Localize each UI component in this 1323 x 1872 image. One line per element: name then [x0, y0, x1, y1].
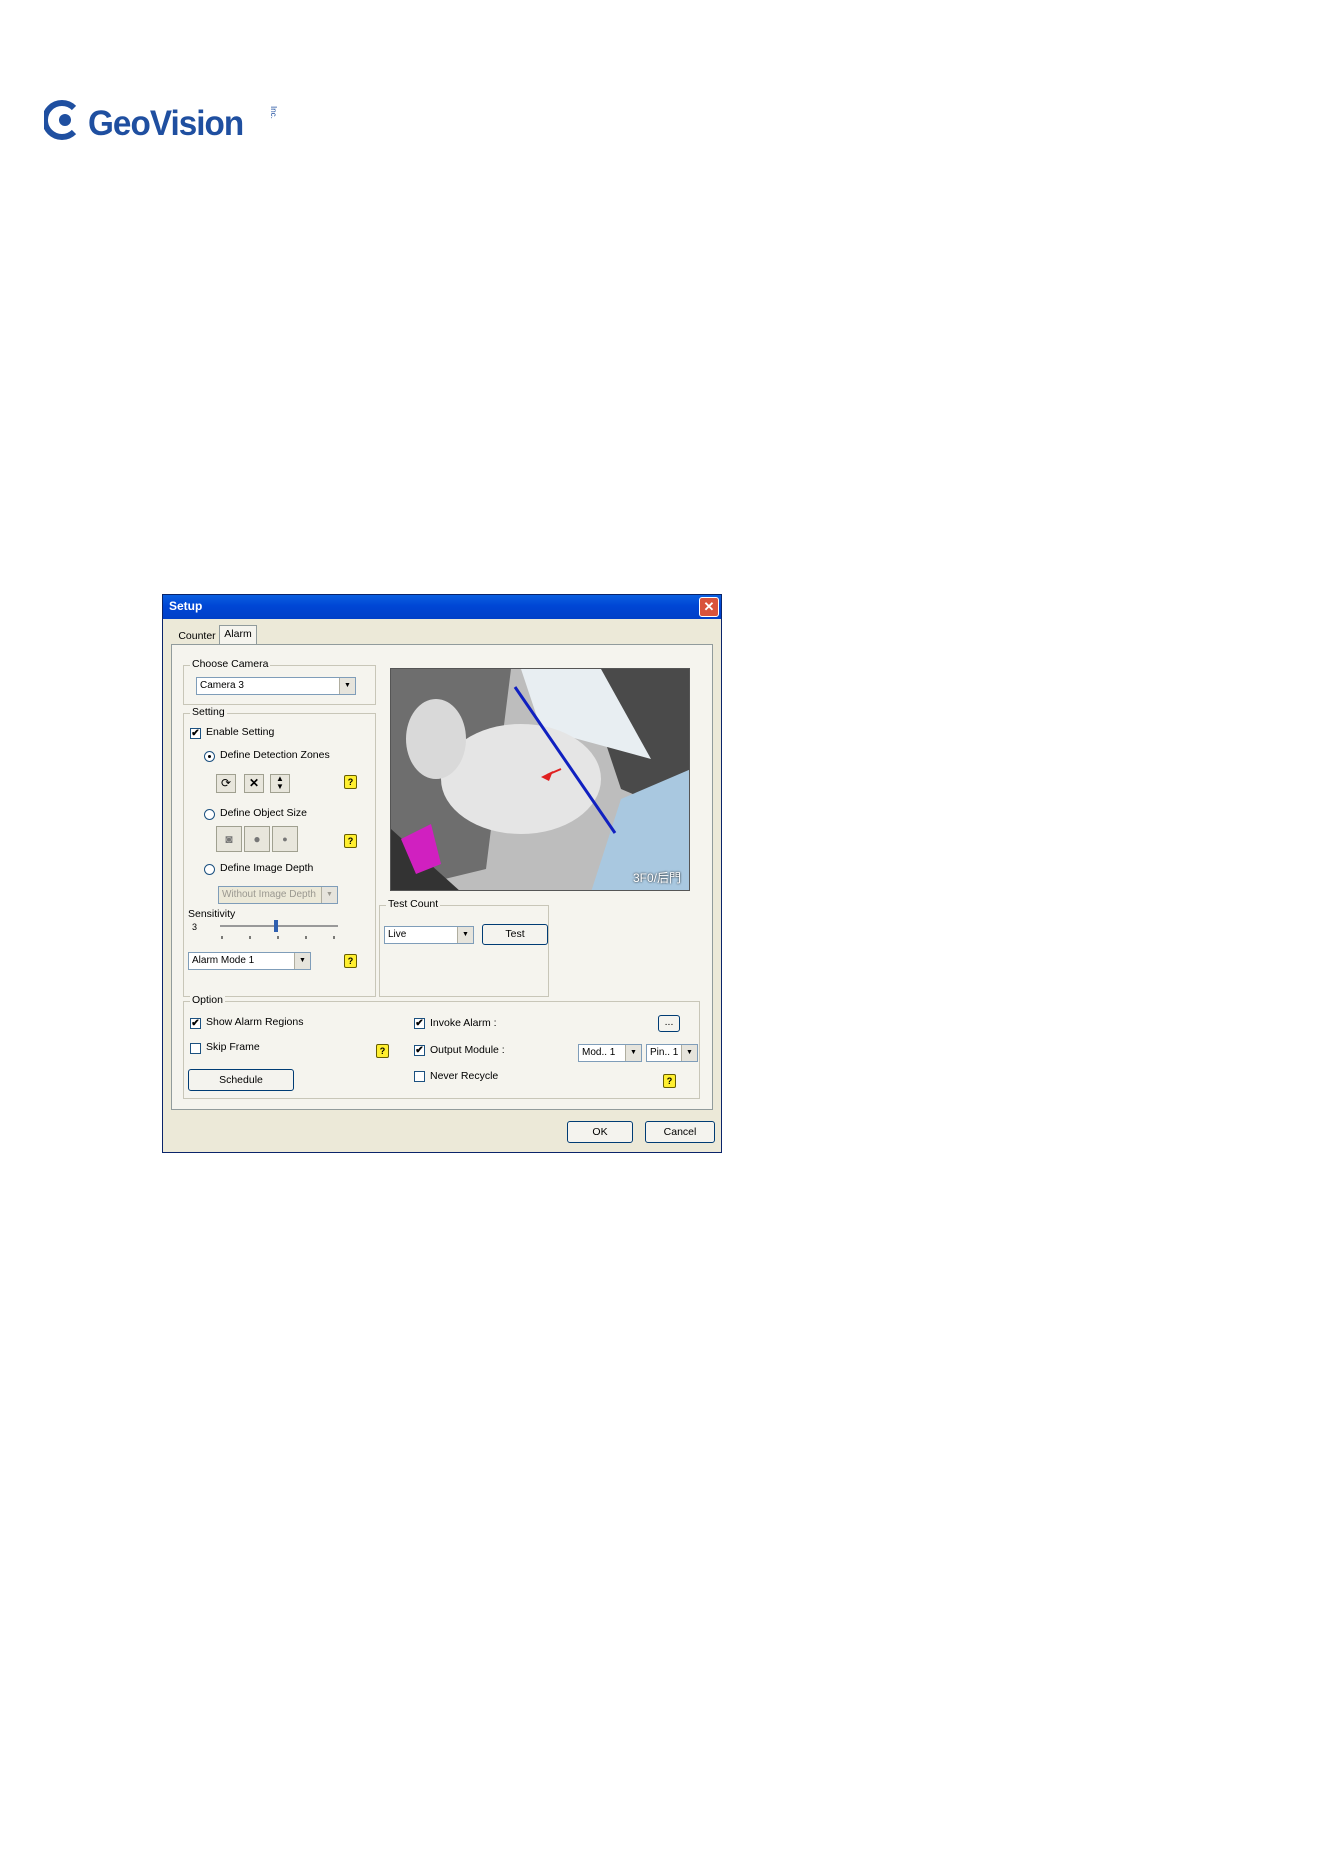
image-depth-value: Without Image Depth [222, 889, 316, 900]
camera-select-value: Camera 3 [200, 680, 244, 691]
setting-legend: Setting [190, 706, 227, 718]
sensitivity-slider[interactable] [218, 918, 342, 940]
never-recycle-label: Never Recycle [430, 1070, 499, 1082]
invoke-alarm-browse-button[interactable]: ... [658, 1015, 680, 1032]
alarm-mode-value: Alarm Mode 1 [192, 955, 255, 966]
invoke-alarm-label: Invoke Alarm : [430, 1017, 497, 1029]
chevron-down-icon: ▼ [294, 953, 310, 969]
logo-text: GeoVision [88, 104, 244, 143]
pin-select[interactable]: Pin.. 1 ▼ [646, 1044, 698, 1062]
cancel-button[interactable]: Cancel [645, 1121, 715, 1143]
never-recycle-checkbox[interactable] [414, 1071, 425, 1082]
title-bar: Setup ✕ [163, 595, 721, 619]
logo-tm: Inc. [269, 106, 278, 119]
schedule-button[interactable]: Schedule [188, 1069, 294, 1091]
refresh-icon[interactable]: ⟳ [216, 774, 236, 793]
option-legend: Option [190, 994, 225, 1006]
enable-setting-checkbox[interactable]: ✔ [190, 728, 201, 739]
chevron-down-icon: ▼ [625, 1045, 641, 1061]
camera-image [391, 669, 689, 890]
image-depth-select[interactable]: Without Image Depth ▼ [218, 886, 338, 904]
alarm-mode-select[interactable]: Alarm Mode 1 ▼ [188, 952, 311, 970]
camera-preview[interactable]: 3F0/后門 [390, 668, 690, 891]
tab-alarm[interactable]: Alarm [219, 625, 257, 645]
test-count-legend: Test Count [386, 898, 441, 910]
camera-select[interactable]: Camera 3 ▼ [196, 677, 356, 695]
skip-frame-label: Skip Frame [206, 1041, 260, 1053]
choose-camera-group: Choose Camera Camera 3 ▼ [183, 658, 376, 705]
define-image-depth-radio[interactable] [204, 864, 215, 875]
test-count-group: Test Count Live ▼ Test [379, 898, 549, 997]
pin-value: Pin.. 1 [650, 1047, 679, 1058]
enable-setting-label: Enable Setting [206, 726, 275, 738]
help-icon[interactable]: ? [376, 1044, 389, 1058]
chevron-down-icon: ▼ [681, 1045, 697, 1061]
module-value: Mod.. 1 [582, 1047, 616, 1058]
chevron-down-icon: ▼ [339, 678, 355, 694]
help-icon[interactable]: ? [663, 1074, 676, 1088]
help-icon[interactable]: ? [344, 954, 357, 968]
output-module-checkbox[interactable]: ✔ [414, 1045, 425, 1056]
test-mode-value: Live [388, 929, 407, 940]
camera-icon[interactable]: ◙ [216, 826, 242, 852]
person-small-icon[interactable]: ● [272, 826, 298, 852]
help-icon[interactable]: ? [344, 834, 357, 848]
geovision-logo: GeoVision Inc. [44, 100, 278, 148]
define-image-depth-label: Define Image Depth [220, 862, 314, 874]
option-group: Option ✔ Show Alarm Regions Skip Frame ?… [183, 994, 700, 1099]
close-icon: ✕ [703, 599, 715, 614]
test-button[interactable]: Test [482, 924, 548, 945]
tab-counter[interactable]: Counter [173, 628, 221, 645]
define-object-size-radio[interactable] [204, 809, 215, 820]
invoke-alarm-checkbox[interactable]: ✔ [414, 1018, 425, 1029]
define-detection-zones-label: Define Detection Zones [220, 749, 330, 761]
output-module-label: Output Module : [430, 1044, 505, 1056]
geovision-logo-icon [44, 100, 77, 140]
camera-timestamp: 3F0/后門 [632, 871, 681, 885]
chevron-down-icon: ▼ [321, 887, 337, 903]
show-alarm-regions-checkbox[interactable]: ✔ [190, 1018, 201, 1029]
help-icon[interactable]: ? [344, 775, 357, 789]
choose-camera-legend: Choose Camera [190, 658, 271, 670]
skip-frame-checkbox[interactable] [190, 1043, 201, 1054]
sensitivity-value: 3 [192, 922, 198, 932]
person-large-icon[interactable]: ● [244, 826, 270, 852]
define-object-size-label: Define Object Size [220, 807, 307, 819]
chevron-down-icon: ▼ [457, 927, 473, 943]
show-alarm-regions-label: Show Alarm Regions [206, 1016, 304, 1028]
up-down-icon[interactable]: ▲ ▼ [270, 774, 290, 793]
delete-icon[interactable]: ✕ [244, 774, 264, 793]
close-button[interactable]: ✕ [699, 597, 719, 617]
module-select[interactable]: Mod.. 1 ▼ [578, 1044, 642, 1062]
dialog-title: Setup [169, 599, 203, 613]
define-detection-zones-radio[interactable] [204, 751, 215, 762]
setting-group: Setting ✔ Enable Setting Define Detectio… [183, 706, 376, 997]
ok-button[interactable]: OK [567, 1121, 633, 1143]
test-mode-select[interactable]: Live ▼ [384, 926, 474, 944]
